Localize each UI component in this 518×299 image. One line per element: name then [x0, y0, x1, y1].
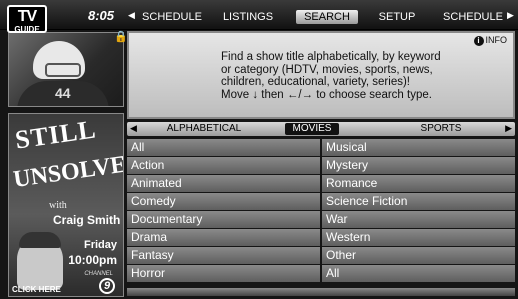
- tab-setup[interactable]: SETUP: [358, 10, 436, 24]
- tab-listings[interactable]: LISTINGS: [206, 10, 290, 24]
- category-right-arrow-icon[interactable]: ▶: [505, 123, 512, 134]
- tab-schedule[interactable]: SCHEDULE: [138, 10, 206, 24]
- channel-badge-icon: 9: [99, 278, 115, 294]
- genre-item[interactable]: Animated: [127, 175, 320, 192]
- genre-item[interactable]: Mystery: [322, 157, 515, 174]
- genre-item[interactable]: Horror: [127, 265, 320, 282]
- ad-time: 10:00pm: [68, 253, 117, 267]
- ad-channel-label: CHANNEL: [84, 271, 113, 277]
- ad-day: Friday: [83, 239, 117, 251]
- info-button[interactable]: i INFO: [473, 35, 508, 46]
- genre-item[interactable]: Action: [127, 157, 320, 174]
- genre-item[interactable]: Other: [322, 247, 515, 264]
- genre-item[interactable]: Romance: [322, 175, 515, 192]
- main-tabs: SCHEDULE LISTINGS SEARCH SETUP SCHEDULE: [138, 10, 510, 24]
- category-sports[interactable]: SPORTS: [415, 123, 467, 135]
- ad-with-text: with: [49, 200, 67, 211]
- tab-schedule-2[interactable]: SCHEDULE: [436, 10, 510, 24]
- genre-item[interactable]: Documentary: [127, 211, 320, 228]
- genre-item[interactable]: War: [322, 211, 515, 228]
- instruction-line: or category (HDTV, movies, sports, news,: [221, 63, 433, 76]
- instruction-line: children, educational, variety, series)!: [221, 76, 410, 88]
- nav-left-arrow-icon[interactable]: ◀: [128, 10, 135, 21]
- host-hair: [19, 232, 61, 248]
- nav-right-arrow-icon[interactable]: ▶: [507, 10, 514, 21]
- info-button-label: INFO: [485, 35, 508, 45]
- helmet-facemask: [45, 63, 81, 77]
- genre-item[interactable]: All: [322, 265, 515, 282]
- genre-item[interactable]: Science Fiction: [322, 193, 515, 210]
- genre-item[interactable]: Fantasy: [127, 247, 320, 264]
- bottom-strip: [127, 288, 515, 296]
- genre-item[interactable]: All: [127, 139, 320, 156]
- genre-grid: All Action Animated Comedy Documentary D…: [127, 139, 515, 286]
- tv-guide-logo: TV GUIDE: [7, 5, 47, 34]
- tab-search[interactable]: SEARCH: [296, 10, 358, 24]
- info-icon: i: [473, 35, 484, 46]
- logo-text-guide: GUIDE: [14, 25, 40, 34]
- lock-icon: 🔒: [114, 31, 128, 43]
- category-alphabetical[interactable]: ALPHABETICAL: [165, 123, 243, 135]
- genre-item[interactable]: Comedy: [127, 193, 320, 210]
- promo-ad[interactable]: STILL UNSOLVED with Craig Smith Friday 1…: [8, 113, 124, 297]
- search-instructions: Find a show title alphabetically, by key…: [221, 51, 441, 101]
- category-movies[interactable]: MOVIES: [285, 123, 339, 135]
- top-bar: TV GUIDE 8:05 ◀ SCHEDULE LISTINGS SEARCH…: [0, 0, 518, 34]
- clock: 8:05: [88, 8, 115, 23]
- click-here-link[interactable]: CLICK HERE: [12, 285, 61, 294]
- live-preview-video[interactable]: 44: [8, 32, 124, 107]
- logo-text-tv: TV: [17, 8, 37, 25]
- genre-item[interactable]: Drama: [127, 229, 320, 246]
- jersey-number: 44: [55, 85, 71, 101]
- instruction-line: Move ↓ then ←/→ to choose search type.: [221, 88, 432, 101]
- genre-item[interactable]: Musical: [322, 139, 515, 156]
- category-left-arrow-icon[interactable]: ◀: [130, 123, 137, 134]
- ad-title-line1: STILL: [13, 114, 99, 155]
- ad-host-name: Craig Smith: [53, 213, 121, 227]
- ad-title-line2: UNSOLVED: [11, 149, 124, 194]
- search-type-bar: ◀ ALPHABETICAL MOVIES SPORTS ▶: [127, 122, 515, 136]
- genre-item[interactable]: Western: [322, 229, 515, 246]
- search-info-panel: i INFO Find a show title alphabetically, …: [127, 31, 515, 119]
- instruction-line: Find a show title alphabetically, by key…: [221, 51, 441, 63]
